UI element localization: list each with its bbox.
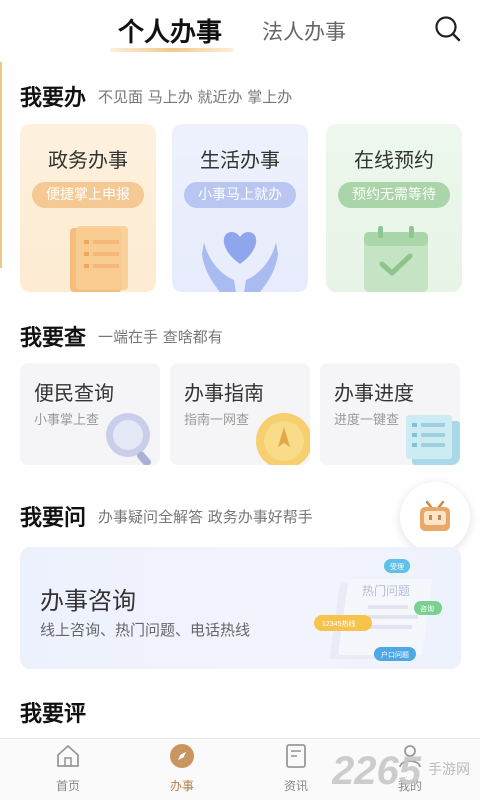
card-service-consultation[interactable]: 办事咨询 线上咨询、热门问题、电话热线 热门问题 受理 咨询 12345热线 户… (20, 547, 461, 669)
card-government-affairs[interactable]: 政务办事 便捷掌上申报 (20, 124, 156, 292)
site-watermark-logo: 2265 手游网 (332, 749, 470, 793)
compass-coin-icon (256, 413, 310, 465)
consultation-illustration: 热门问题 受理 咨询 12345热线 户口问题 (314, 559, 442, 661)
watermark-text: 手游网 (428, 761, 470, 777)
nav-label: 办事 (169, 779, 194, 793)
robot-assistant-button[interactable] (400, 482, 470, 552)
active-tab-indicator (110, 48, 234, 52)
card-pill: 便捷掌上申报 (32, 182, 144, 208)
bubble-right-label: 咨询 (420, 604, 434, 613)
bubble-bottom-label: 户口问题 (381, 650, 409, 659)
news-icon (286, 744, 306, 768)
card-subtitle: 线上咨询、热门问题、电话热线 (40, 621, 251, 639)
card-life-affairs[interactable]: 生活办事 小事马上就办 (172, 124, 308, 292)
nav-item-home[interactable]: 首页 (38, 743, 98, 794)
section-title-rate: 我要评 (20, 701, 87, 727)
watermark-number: 2265 (332, 749, 422, 793)
tab-personal[interactable]: 个人办事 (118, 12, 222, 49)
card-title: 在线预约 (354, 148, 434, 172)
nav-label: 资讯 (283, 779, 308, 793)
tab-corporate[interactable]: 法人办事 (262, 16, 346, 46)
robot-assistant-icon (420, 500, 450, 531)
section-title-todo: 我要办 (20, 85, 87, 111)
card-convenience-query[interactable]: 便民查询 小事掌上查 (20, 363, 160, 465)
section-title-ask: 我要问 (20, 505, 87, 531)
nav-item-news[interactable]: 资讯 (266, 743, 326, 794)
card-title: 办事指南 (184, 381, 264, 405)
progress-list-icon (406, 415, 460, 465)
section-subtitle-todo: 不见面 马上办 就近办 掌上办 (98, 88, 293, 106)
card-online-booking[interactable]: 在线预约 预约无需等待 (326, 124, 462, 292)
document-icon (70, 226, 128, 292)
top-tab-bar: 个人办事 法人办事 (0, 0, 480, 62)
card-pill: 小事马上就办 (184, 182, 296, 208)
home-icon (57, 745, 79, 767)
hot-questions-label: 热门问题 (362, 583, 410, 598)
section-title-query: 我要查 (20, 325, 87, 351)
bubble-top-label: 受理 (390, 562, 404, 571)
heart-hands-icon (202, 232, 278, 292)
calendar-check-icon (364, 226, 428, 292)
card-title: 办事进度 (334, 381, 414, 405)
card-title: 办事咨询 (40, 587, 136, 615)
nav-label: 首页 (55, 779, 80, 793)
section-subtitle-ask: 办事疑问全解答 政务办事好帮手 (98, 508, 313, 526)
section-subtitle-query: 一端在手 查啥都有 (98, 328, 223, 346)
card-title: 便民查询 (34, 381, 114, 405)
bubble-left-label: 12345热线 (322, 619, 355, 628)
card-service-guide[interactable]: 办事指南 指南一网查 (170, 363, 310, 465)
search-icon[interactable] (433, 14, 463, 44)
magnifier-icon (106, 413, 151, 465)
card-title: 生活办事 (200, 148, 280, 172)
card-service-progress[interactable]: 办事进度 进度一键查 (320, 363, 460, 465)
card-title: 政务办事 (48, 148, 128, 172)
card-pill: 预约无需等待 (338, 182, 450, 208)
nav-item-services[interactable]: 办事 (152, 743, 212, 794)
left-accent-bar (0, 62, 2, 268)
compass-icon (170, 744, 194, 768)
